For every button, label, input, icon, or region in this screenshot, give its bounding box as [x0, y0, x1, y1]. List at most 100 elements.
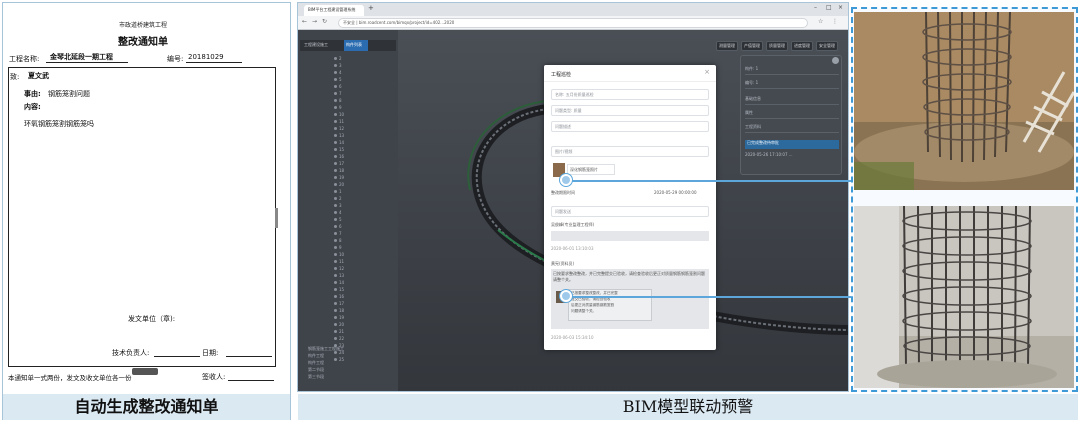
link-marker-2[interactable]: [560, 290, 572, 302]
rp-row[interactable]: 基础信息: [745, 96, 839, 105]
link-marker-1[interactable]: [560, 174, 572, 186]
tree-item[interactable]: 12: [334, 125, 394, 132]
tree-item[interactable]: 14: [334, 279, 394, 286]
star-icon[interactable]: ☆: [818, 18, 823, 25]
tree-item[interactable]: 7: [334, 230, 394, 237]
forward-icon[interactable]: →: [312, 18, 317, 25]
node-icon: [334, 309, 337, 312]
caption-right: BIM模型联动预警: [298, 394, 1078, 420]
close-window-icon[interactable]: ×: [838, 4, 843, 11]
tree-item[interactable]: 18: [334, 307, 394, 314]
url-input[interactable]: 不安全 | bim.roadcent.com/bimqx/project/id=…: [338, 18, 808, 28]
reload-icon[interactable]: ↻: [322, 18, 327, 25]
tree-item[interactable]: 2: [334, 55, 394, 62]
tree-item[interactable]: 15: [334, 286, 394, 293]
tree-item[interactable]: 15: [334, 146, 394, 153]
modal-field-type[interactable]: 问题类型: 质量: [551, 105, 709, 116]
tree-item[interactable]: 17: [334, 300, 394, 307]
node-icon: [334, 239, 337, 242]
toolbar-button[interactable]: 测量管理: [716, 41, 738, 51]
tree-item[interactable]: 8: [334, 237, 394, 244]
rp-active-row[interactable]: 已完成整改待审批: [745, 140, 839, 149]
rebar-photo-1[interactable]: [854, 12, 1074, 190]
tree-item[interactable]: 6: [334, 83, 394, 90]
tree-item[interactable]: 12: [334, 265, 394, 272]
rp-row[interactable]: 属性: [745, 110, 839, 119]
node-icon: [334, 183, 337, 186]
node-icon: [334, 162, 337, 165]
tree-item[interactable]: 7: [334, 90, 394, 97]
tree-footer-item[interactable]: 第二节段: [308, 366, 396, 373]
tree-item[interactable]: 20: [334, 181, 394, 188]
tree-item[interactable]: 3: [334, 62, 394, 69]
doc-scrollbar[interactable]: [275, 208, 278, 228]
tree-item[interactable]: 18: [334, 167, 394, 174]
tree-item[interactable]: 1: [334, 188, 394, 195]
tree-item[interactable]: 3: [334, 202, 394, 209]
reply-box-1: [551, 231, 709, 241]
toolbar-button[interactable]: 质量管理: [766, 41, 788, 51]
tree-item[interactable]: 2: [334, 195, 394, 202]
sidebar-tab-construction[interactable]: 工程建设施工: [304, 42, 328, 48]
node-icon: [334, 78, 337, 81]
sidebar-tab-components[interactable]: 构件列表: [346, 42, 362, 48]
tree-item[interactable]: 16: [334, 293, 394, 300]
menu-icon[interactable]: ⋮: [832, 18, 838, 25]
panel-close-icon[interactable]: [832, 57, 839, 64]
tree-item[interactable]: 10: [334, 251, 394, 258]
address-bar-row: ← → ↻ 不安全 | bim.roadcent.com/bimqx/proje…: [298, 16, 848, 30]
toolbar-button[interactable]: 进度管理: [791, 41, 813, 51]
rebar-photo-2[interactable]: [854, 206, 1074, 388]
tree-item[interactable]: 19: [334, 314, 394, 321]
tree-item[interactable]: 4: [334, 209, 394, 216]
tree-item[interactable]: 20: [334, 321, 394, 328]
tree-item[interactable]: 11: [334, 258, 394, 265]
tree-item[interactable]: 11: [334, 118, 394, 125]
tree-footer-item[interactable]: 第三节段: [308, 373, 396, 380]
node-icon: [334, 232, 337, 235]
page-scroll-handle[interactable]: [132, 368, 158, 375]
node-icon: [334, 169, 337, 172]
modal-field-desc[interactable]: 问题描述: [551, 121, 709, 132]
notify-label[interactable]: 问题发送: [551, 206, 709, 217]
tree-footer-item[interactable]: 构件工程: [308, 359, 396, 366]
node-icon: [334, 85, 337, 88]
toolbar-button[interactable]: 产值管理: [741, 41, 763, 51]
tree-item[interactable]: 16: [334, 153, 394, 160]
tree-item[interactable]: 5: [334, 216, 394, 223]
number-label: 编号:: [167, 55, 184, 63]
tree-item[interactable]: 4: [334, 69, 394, 76]
tree-item[interactable]: 6: [334, 223, 394, 230]
tree-item[interactable]: 9: [334, 104, 394, 111]
tree-item[interactable]: 13: [334, 272, 394, 279]
tree-item[interactable]: 19: [334, 174, 394, 181]
tree-item[interactable]: 17: [334, 160, 394, 167]
toolbar-button[interactable]: 安全管理: [816, 41, 838, 51]
back-icon[interactable]: ←: [302, 18, 307, 25]
node-icon: [334, 64, 337, 67]
tree-footer-item[interactable]: 钢筋笼施工工程施工: [308, 345, 396, 352]
modal-field-name[interactable]: 名称: 五月份质量巡检: [551, 89, 709, 100]
tree-item[interactable]: 8: [334, 97, 394, 104]
tree-item[interactable]: 21: [334, 328, 394, 335]
tree-item[interactable]: 9: [334, 244, 394, 251]
tree-item[interactable]: 22: [334, 335, 394, 342]
modal-close-icon[interactable]: ×: [704, 68, 710, 76]
tree-item[interactable]: 13: [334, 132, 394, 139]
notice-header-small: 市政道桥建筑工程: [119, 22, 168, 29]
receiver-label: 签收人:: [202, 373, 226, 381]
maximize-icon[interactable]: □: [826, 4, 832, 11]
node-icon: [334, 246, 337, 249]
browser-tab[interactable]: BIM平台工程建设管理系统: [304, 5, 364, 16]
rp-row[interactable]: 工程资料: [745, 124, 839, 133]
rp-row: 编号: 1: [745, 80, 839, 89]
connector-line-1: [572, 180, 852, 182]
node-icon: [334, 281, 337, 284]
tree-item[interactable]: 14: [334, 139, 394, 146]
notice-title: 整改通知单: [118, 37, 168, 48]
tree-item[interactable]: 5: [334, 76, 394, 83]
tree-footer-item[interactable]: 构件工程: [308, 352, 396, 359]
new-tab-icon[interactable]: +: [368, 4, 374, 12]
tree-item[interactable]: 10: [334, 111, 394, 118]
minimize-icon[interactable]: –: [814, 4, 817, 11]
